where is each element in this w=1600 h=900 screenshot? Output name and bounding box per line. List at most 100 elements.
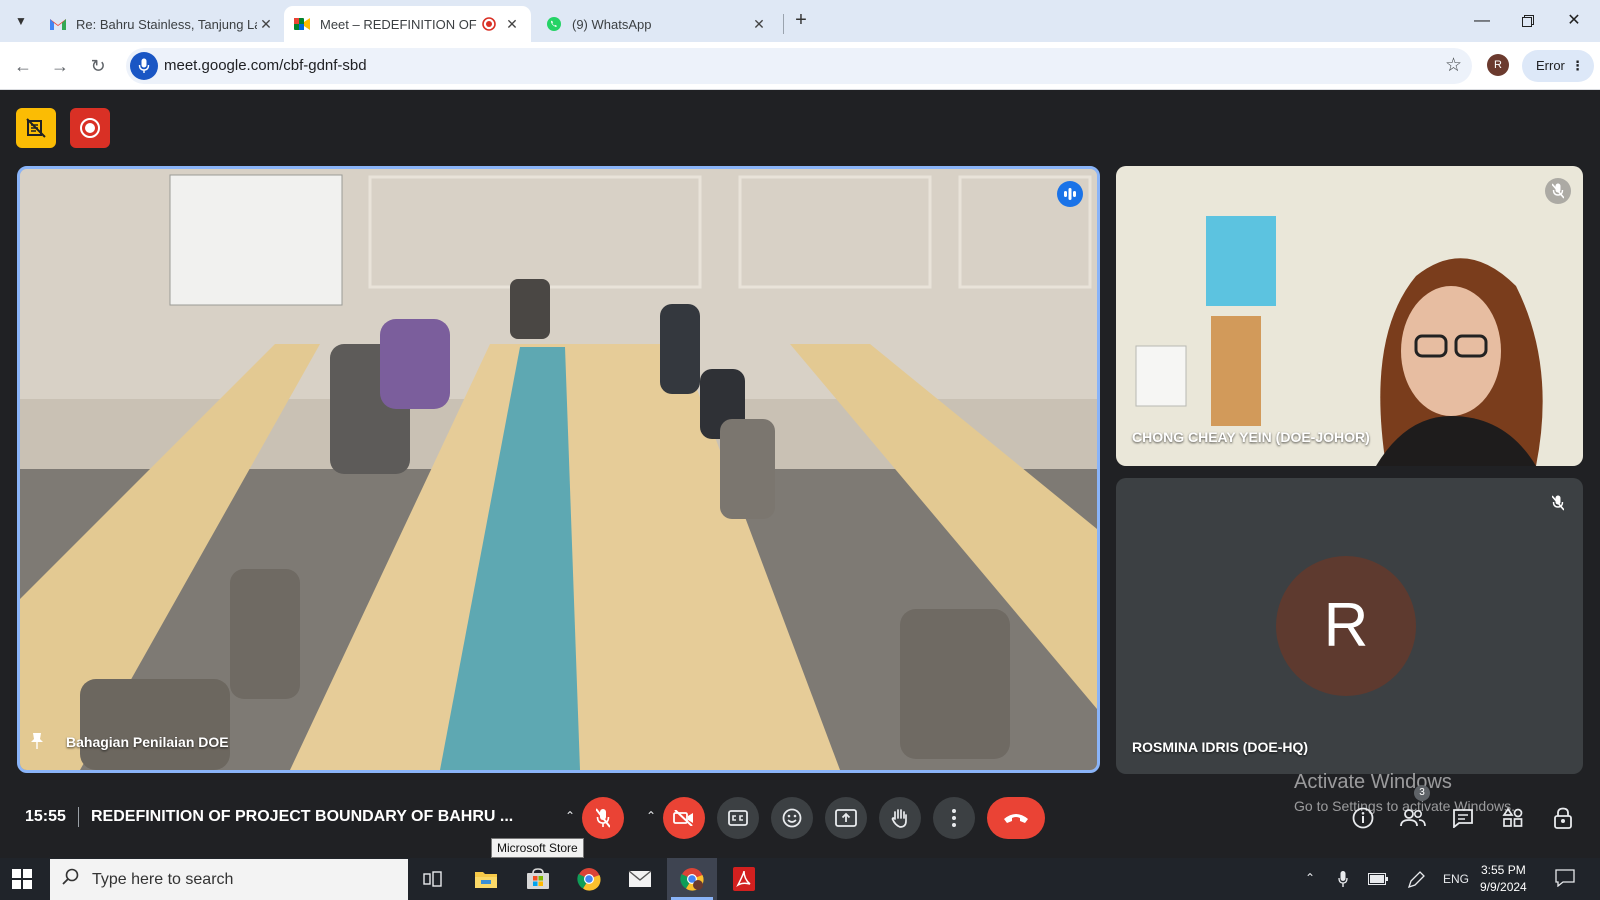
- tab-title: Re: Bahru Stainless, Tanjung Lan: [76, 16, 257, 32]
- task-view-icon[interactable]: [408, 858, 458, 900]
- more-options-button[interactable]: [933, 797, 975, 839]
- kebab-menu-icon: [952, 809, 956, 827]
- tab-title: (9) WhatsApp: [572, 16, 652, 32]
- hand-icon: [891, 809, 907, 828]
- people-button[interactable]: [1398, 803, 1428, 833]
- participant-video: [1116, 166, 1583, 466]
- browser-toolbar: ← → ↻ meet.google.com/cbf-gdnf-sbd ☆ R E…: [0, 42, 1600, 90]
- mic-off-icon: [1545, 490, 1571, 516]
- hang-up-icon: [1004, 814, 1028, 823]
- main-video-tile[interactable]: Bahagian Penilaian DOE: [17, 166, 1100, 773]
- lock-person-icon: [1554, 807, 1572, 829]
- microphone-toggle-button[interactable]: [582, 797, 624, 839]
- browser-tab-strip: ▼ Re: Bahru Stainless, Tanjung Lan ✕ Mee…: [0, 0, 1600, 42]
- mail-icon[interactable]: [615, 858, 665, 900]
- participant-tile-rosmina[interactable]: R ROSMINA IDRIS (DOE-HQ): [1116, 478, 1583, 774]
- profile-avatar[interactable]: R: [1487, 54, 1509, 76]
- participant-name: ROSMINA IDRIS (DOE-HQ): [1132, 739, 1309, 755]
- minimize-icon[interactable]: —: [1459, 6, 1505, 36]
- video-options-chevron-icon[interactable]: ⌃: [642, 809, 660, 827]
- chat-button[interactable]: [1448, 803, 1478, 833]
- meet-icon: [294, 16, 310, 32]
- error-label: Error: [1536, 58, 1565, 73]
- mic-off-icon: [596, 808, 610, 828]
- new-tab-icon[interactable]: +: [790, 10, 812, 32]
- url-text: meet.google.com/cbf-gdnf-sbd: [164, 57, 367, 74]
- activities-button[interactable]: [1498, 803, 1528, 833]
- audio-options-chevron-icon[interactable]: ⌃: [561, 809, 579, 827]
- battery-icon[interactable]: [1368, 871, 1388, 888]
- tab-close-icon[interactable]: ✕: [503, 16, 521, 33]
- gmail-icon: [50, 16, 66, 32]
- no-video-info-icon[interactable]: [16, 108, 56, 148]
- conference-room-video: [20, 169, 1097, 770]
- tab-gmail[interactable]: Re: Bahru Stainless, Tanjung Lan ✕: [40, 6, 285, 42]
- leave-call-button[interactable]: [987, 797, 1045, 839]
- pen-icon[interactable]: [1407, 871, 1425, 892]
- meeting-time: 15:55: [25, 808, 66, 825]
- captions-button[interactable]: [717, 797, 759, 839]
- taskbar-search-box[interactable]: Type here to search: [50, 859, 408, 900]
- forward-arrow-icon[interactable]: →: [46, 52, 74, 80]
- chrome-icon[interactable]: [564, 858, 614, 900]
- microsoft-store-icon[interactable]: [513, 858, 563, 900]
- whatsapp-icon: [546, 16, 562, 32]
- tab-close-icon[interactable]: ✕: [750, 16, 768, 33]
- camera-off-icon: [673, 810, 693, 826]
- file-explorer-icon[interactable]: [461, 858, 511, 900]
- people-icon: [1400, 809, 1426, 827]
- watermark-title: Activate Windows: [1294, 771, 1452, 793]
- error-button[interactable]: Error ⋮: [1522, 50, 1594, 82]
- tab-search-chevron-icon[interactable]: ▼: [8, 8, 34, 34]
- restore-icon[interactable]: [1505, 6, 1551, 36]
- search-placeholder: Type here to search: [92, 870, 234, 888]
- participant-name: CHONG CHEAY YEIN (DOE-JOHOR): [1132, 429, 1370, 445]
- tab-meet[interactable]: Meet – REDEFINITION OF P ✕: [284, 6, 531, 42]
- speaking-indicator-icon: [1057, 181, 1083, 207]
- notifications-icon[interactable]: [1555, 869, 1575, 890]
- close-window-icon[interactable]: ✕: [1551, 6, 1597, 36]
- reactions-button[interactable]: [771, 797, 813, 839]
- info-icon: [1352, 807, 1374, 829]
- host-controls-button[interactable]: [1548, 803, 1578, 833]
- reload-icon[interactable]: ↻: [84, 52, 112, 80]
- emoji-icon: [782, 808, 802, 828]
- microphone-tray-icon[interactable]: [1338, 871, 1348, 890]
- windows-start-icon[interactable]: [12, 869, 32, 889]
- mic-off-icon: [1545, 178, 1571, 204]
- acrobat-icon[interactable]: [719, 858, 769, 900]
- meeting-details-button[interactable]: [1348, 803, 1378, 833]
- tab-separator: [783, 14, 784, 34]
- participant-tile-chong[interactable]: CHONG CHEAY YEIN (DOE-JOHOR): [1116, 166, 1583, 466]
- show-hidden-icons-chevron-icon[interactable]: ⌃: [1305, 871, 1315, 885]
- activities-icon: [1502, 807, 1523, 827]
- present-icon: [835, 809, 857, 827]
- kebab-menu-icon[interactable]: ⋮: [1571, 50, 1584, 82]
- captions-icon: [728, 810, 748, 826]
- present-screen-button[interactable]: [825, 797, 867, 839]
- main-tile-participant-name: Bahagian Penilaian DOE: [66, 734, 229, 750]
- bookmark-star-icon[interactable]: ☆: [1445, 54, 1462, 77]
- address-bar[interactable]: meet.google.com/cbf-gdnf-sbd ☆: [126, 48, 1472, 84]
- back-arrow-icon[interactable]: ←: [9, 52, 37, 80]
- chrome-profile-icon[interactable]: [667, 858, 717, 900]
- pin-icon[interactable]: [30, 732, 44, 755]
- bottom-divider: [78, 807, 79, 827]
- camera-toggle-button[interactable]: [663, 797, 705, 839]
- clock-date: 9/9/2024: [1480, 880, 1527, 894]
- meeting-title[interactable]: REDEFINITION OF PROJECT BOUNDARY OF BAHR…: [91, 808, 513, 826]
- taskbar-clock[interactable]: 3:55 PM 9/9/2024: [1480, 862, 1527, 896]
- microphone-in-use-icon[interactable]: [130, 52, 158, 80]
- participant-avatar: R: [1276, 556, 1416, 696]
- language-indicator[interactable]: ENG: [1443, 872, 1469, 886]
- chat-icon: [1453, 809, 1473, 828]
- people-count-badge: 3: [1414, 785, 1430, 801]
- meet-call-area: Bahagian Penilaian DOE CHONG CHEAY YEIN …: [0, 91, 1600, 858]
- tab-whatsapp[interactable]: (9) WhatsApp ✕: [536, 6, 778, 42]
- recording-indicator-icon[interactable]: [70, 108, 110, 148]
- windows-taskbar: Type here to search ⌃ ENG 3:55 PM 9/9/20…: [0, 858, 1600, 900]
- tab-title: Meet – REDEFINITION OF P: [320, 16, 477, 32]
- recording-icon: [481, 16, 497, 32]
- raise-hand-button[interactable]: [879, 797, 921, 839]
- tab-close-icon[interactable]: ✕: [257, 16, 275, 33]
